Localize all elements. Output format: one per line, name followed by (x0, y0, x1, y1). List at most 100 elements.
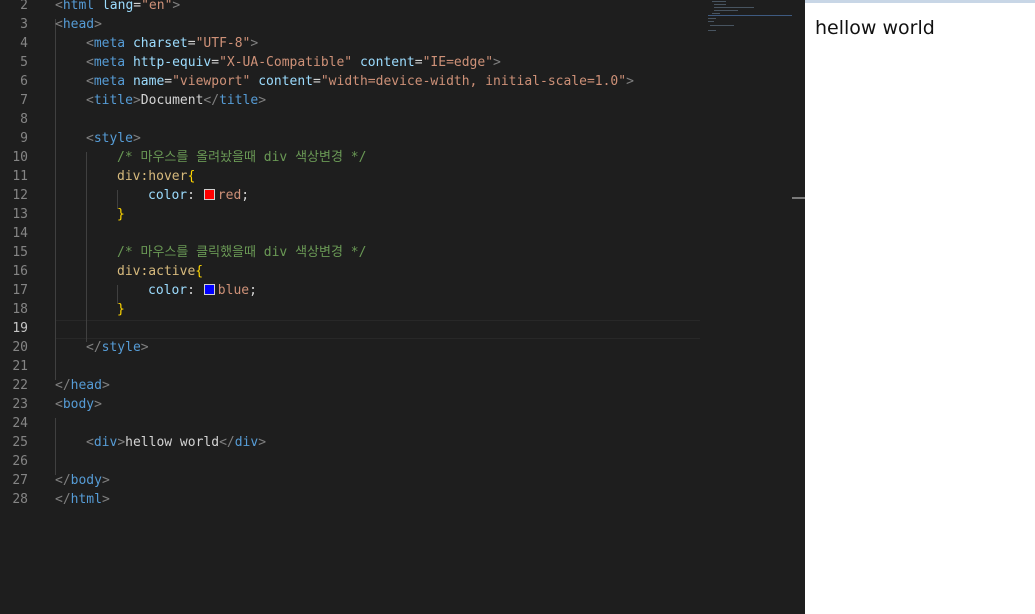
line-number: 16 (12, 264, 28, 279)
brace: { (187, 169, 196, 184)
line-number: 10 (12, 150, 28, 165)
code-line-15[interactable]: /* 마우스를 클릭했을때 div 색상변경 */ (117, 243, 366, 262)
code-line-28[interactable]: </html> (55, 490, 110, 509)
code-line-22[interactable]: </head> (55, 376, 110, 395)
code-line-6[interactable]: <meta name="viewport" content="width=dev… (86, 72, 634, 91)
punct: > (101, 378, 110, 393)
attr-name: content (258, 74, 314, 89)
minimap-line (714, 4, 726, 5)
minimap-line (708, 30, 716, 31)
color-swatch-red[interactable] (203, 189, 215, 200)
line-number: 19 (12, 321, 28, 336)
code-line-3[interactable]: <head> (55, 15, 102, 34)
attr-name: lang (101, 0, 134, 13)
line-number: 14 (12, 226, 28, 241)
line-number: 23 (12, 397, 28, 412)
text-content: hellow world (125, 435, 220, 450)
line-number: 28 (12, 492, 28, 507)
punct: </ (55, 473, 71, 488)
tag-name: style (101, 340, 141, 355)
punct: > (493, 55, 501, 70)
punct: > (258, 435, 267, 450)
code-line-20[interactable]: </style> (86, 338, 149, 357)
code-line-13[interactable]: } (117, 205, 125, 224)
code-line-10[interactable]: /* 마우스를 올려놨을때 div 색상변경 */ (117, 148, 366, 167)
line-number: 11 (12, 169, 28, 184)
minimap-line (708, 18, 716, 19)
vertical-scrollbar[interactable] (792, 0, 805, 614)
punct: < (86, 55, 94, 70)
code-area[interactable]: <html lang="en"> <head> <meta charset="U… (55, 0, 700, 614)
punct: > (132, 131, 141, 146)
tag-name: html (70, 492, 102, 507)
code-line-23[interactable]: <body> (55, 395, 102, 414)
punct: < (86, 131, 94, 146)
punct: > (94, 397, 102, 412)
punct: </ (86, 340, 102, 355)
punct: = (414, 55, 423, 70)
punct: < (55, 17, 63, 32)
punct: > (101, 492, 110, 507)
code-line-11[interactable]: div:hover{ (117, 167, 195, 186)
css-value: red (217, 188, 242, 203)
indent-guide (55, 418, 56, 475)
code-line-9[interactable]: <style> (86, 129, 141, 148)
brace: } (117, 207, 125, 222)
line-number: 7 (20, 93, 28, 108)
punct: > (250, 36, 259, 51)
attr-value: "X-UA-Compatible" (219, 55, 353, 70)
code-line-16[interactable]: div:active{ (117, 262, 203, 281)
punct: > (117, 435, 126, 450)
tag-name: title (219, 93, 259, 108)
attr-name: charset (132, 36, 188, 51)
punct: </ (55, 492, 71, 507)
code-line-27[interactable]: </body> (55, 471, 110, 490)
code-line-4[interactable]: <meta charset="UTF-8"> (86, 34, 258, 53)
code-line-17[interactable]: color: blue; (148, 281, 257, 300)
indent-guide (86, 152, 87, 342)
code-line-25[interactable]: <div>hellow world</div> (86, 433, 266, 452)
code-line-5[interactable]: <meta http-equiv="X-UA-Compatible" conte… (86, 53, 501, 72)
code-line-12[interactable]: color: red; (148, 186, 249, 205)
preview-hellow-world[interactable]: hellow world (815, 17, 935, 39)
minimap-line (712, 1, 726, 2)
color-swatch-blue[interactable] (203, 284, 215, 295)
punct: ; (249, 283, 257, 298)
css-comment: /* 마우스를 올려놨을때 div 색상변경 */ (117, 150, 367, 165)
attr-value: "viewport" (172, 74, 251, 89)
text-content: Document (140, 93, 204, 108)
punct: > (140, 340, 149, 355)
code-line-2[interactable]: <html lang="en"> (55, 0, 180, 15)
line-number-gutter: 2 3 4 5 6 7 8 9 10 11 12 13 14 15 16 17 18 19 20 21 22 23 24 25… (0, 0, 40, 614)
punct: < (86, 36, 94, 51)
tag-name: body (62, 397, 95, 412)
tag-name: meta (93, 36, 126, 51)
minimap-line (710, 25, 734, 26)
minimap[interactable] (700, 0, 792, 614)
browser-preview-pane: hellow world (805, 0, 1035, 614)
css-selector: div:hover (117, 169, 188, 184)
tag-name: div (234, 435, 259, 450)
punct: </ (55, 378, 71, 393)
code-editor[interactable]: 2 3 4 5 6 7 8 9 10 11 12 13 14 15 16 17 18 19 20 21 22 23 24 25… (0, 0, 805, 614)
tag-name: head (62, 17, 95, 32)
css-selector: div:active (117, 264, 196, 279)
punct: < (86, 435, 94, 450)
code-line-7[interactable]: <title>Document</title> (86, 91, 266, 110)
punct: < (86, 93, 94, 108)
code-line-18[interactable]: } (117, 300, 125, 319)
punct: > (172, 0, 181, 13)
tag-name: meta (93, 74, 126, 89)
tag-name: style (93, 131, 133, 146)
punct: </ (203, 93, 220, 108)
line-number: 21 (12, 359, 28, 374)
line-number: 18 (12, 302, 28, 317)
punct: > (258, 93, 267, 108)
minimap-line (708, 21, 714, 22)
punct: = (313, 74, 321, 89)
line-number: 2 (20, 0, 28, 13)
line-number: 12 (12, 188, 28, 203)
line-number: 13 (12, 207, 28, 222)
line-number: 4 (20, 36, 28, 51)
punct: > (101, 473, 110, 488)
